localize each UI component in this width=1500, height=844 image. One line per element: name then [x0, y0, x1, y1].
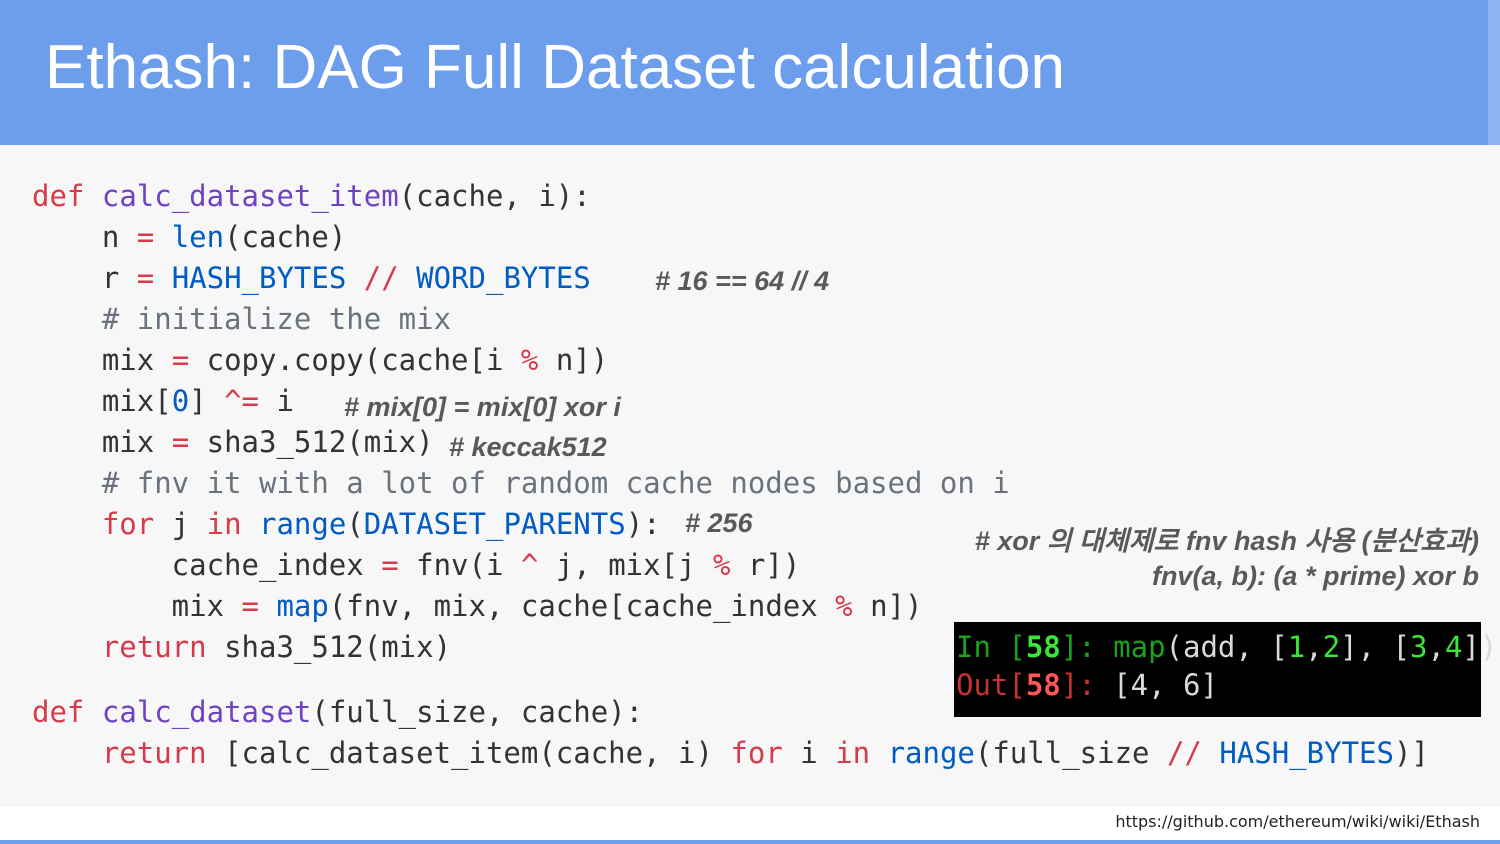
function-name: calc_dataset_item — [101, 179, 399, 213]
code-line-mix-sha3: mix = sha3_512(mix) — [32, 425, 434, 459]
annotation-parents: # 256 — [685, 508, 753, 538]
ipython-terminal: In [58]: map(add, [1,2], [3,4]) Out[58]:… — [954, 622, 1497, 717]
title-bar: Ethash: DAG Full Dataset calculation — [0, 0, 1500, 145]
keyword: def — [32, 695, 85, 729]
annotation-word-ratio: # 16 == 64 // 4 — [655, 266, 830, 296]
code-line-def-calc-dataset-item: def calc_dataset_item(cache, i): — [32, 179, 591, 213]
code-line-def-calc-dataset: def calc_dataset(full_size, cache): — [32, 695, 644, 729]
annotation-mix-xor: # mix[0] = mix[0] xor i — [344, 392, 621, 422]
code-line-r: r = HASH_BYTES // WORD_BYTES — [32, 261, 591, 295]
code-line-mix-xor: mix[0] ^= i — [32, 384, 294, 418]
bottom-rule — [0, 840, 1500, 844]
source-link[interactable]: https://github.com/ethereum/wiki/wiki/Et… — [1115, 812, 1480, 831]
terminal-input-line: In [58]: map(add, [1,2], [3,4]) — [956, 630, 1498, 664]
code-comment-fnv: # fnv it with a lot of random cache node… — [32, 466, 1010, 500]
title-bar-edge — [1488, 0, 1500, 145]
annotation-fnv-note-1: # xor 의 대체제로 fnv hash 사용 (분산효과) — [974, 526, 1479, 556]
annotation-keccak: # keccak512 — [449, 432, 607, 462]
code-line-mix-copy: mix = copy.copy(cache[i % n]) — [32, 343, 609, 377]
code-line-mix-map: mix = map(fnv, mix, cache[cache_index % … — [32, 589, 923, 623]
code-line-for-loop: for j in range(DATASET_PARENTS): — [101, 507, 661, 541]
code-line-return-dataset: return [calc_dataset_item(cache, i) for … — [101, 736, 1429, 770]
annotation-fnv-note-2: fnv(a, b): (a * prime) xor b — [1151, 561, 1479, 591]
function-name: calc_dataset — [101, 695, 312, 729]
code-line-return-mix: return sha3_512(mix) — [101, 630, 452, 664]
code-comment-initialize: # initialize the mix — [32, 302, 452, 336]
slide-title: Ethash: DAG Full Dataset calculation — [45, 33, 1066, 102]
terminal-output-line: Out[58]: [4, 6] — [956, 668, 1218, 702]
keyword: def — [32, 179, 85, 213]
code-line-cache-index: cache_index = fnv(i ^ j, mix[j % r]) — [32, 548, 801, 582]
code-line-n: n = len(cache) — [32, 220, 347, 254]
